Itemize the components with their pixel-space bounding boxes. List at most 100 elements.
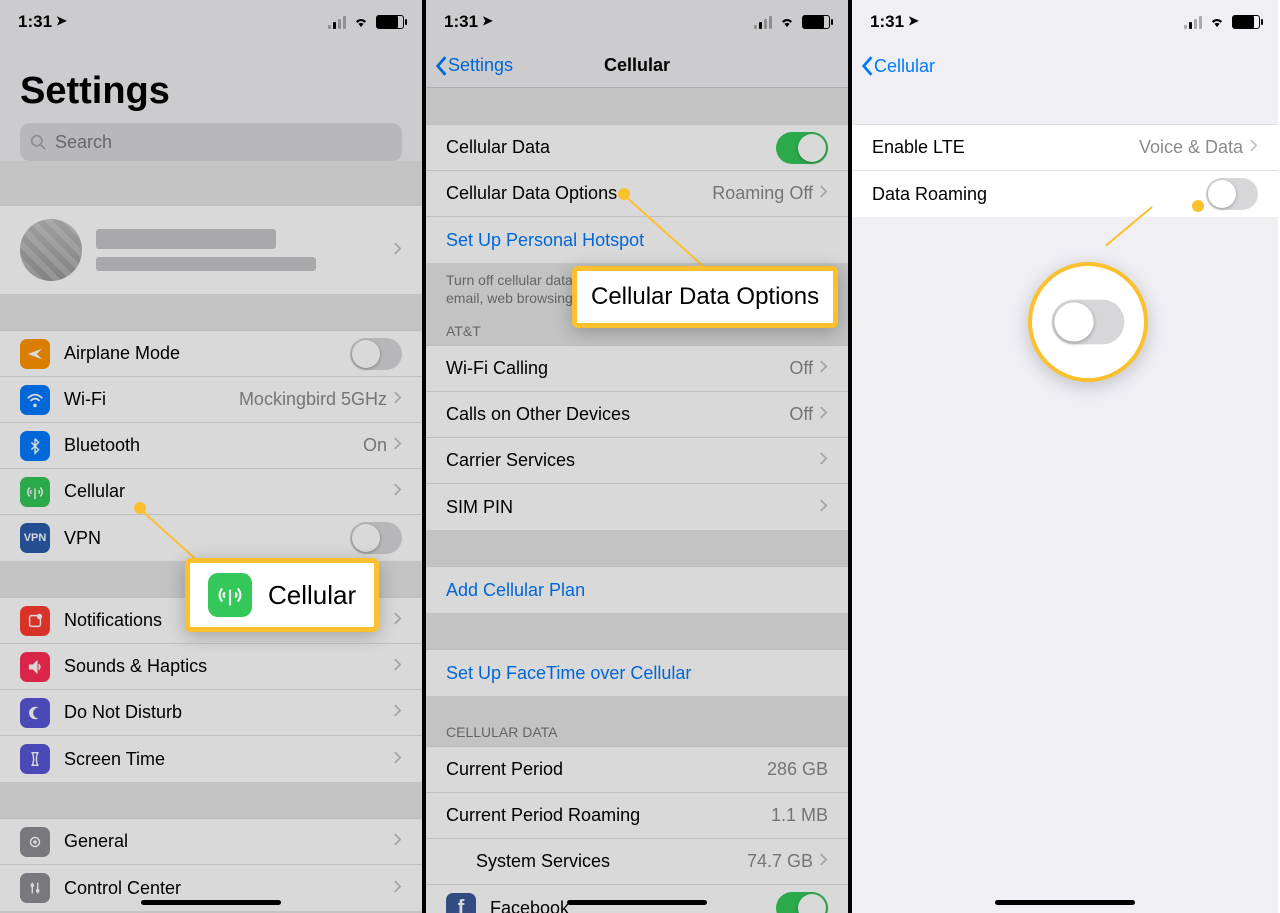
- chevron-right-icon: [819, 404, 828, 425]
- row-cellular-data-options[interactable]: Cellular Data Options Roaming Off: [426, 171, 848, 217]
- row-personal-hotspot[interactable]: Set Up Personal Hotspot: [426, 217, 848, 263]
- wifi-icon: [778, 16, 796, 28]
- toggle-off-zoomed: [1052, 300, 1125, 345]
- row-value: Off: [789, 404, 813, 425]
- row-label: Set Up Personal Hotspot: [446, 230, 828, 251]
- row-carrier-services[interactable]: Carrier Services: [426, 438, 848, 484]
- row-sim-pin[interactable]: SIM PIN: [426, 484, 848, 530]
- callout-label: Cellular Data Options: [591, 283, 819, 311]
- profile-name-blur: [96, 229, 276, 249]
- back-label: Cellular: [874, 56, 935, 77]
- chevron-left-icon: [434, 55, 448, 77]
- callout-cellular-data-options: Cellular Data Options: [572, 266, 838, 328]
- row-value: 1.1 MB: [771, 805, 828, 826]
- chevron-right-icon: [393, 656, 402, 677]
- row-value: Mockingbird 5GHz: [239, 389, 387, 410]
- row-facetime-cellular[interactable]: Set Up FaceTime over Cellular: [426, 650, 848, 696]
- airplane-toggle[interactable]: [350, 338, 402, 370]
- status-bar: 1:31➤: [852, 0, 1278, 44]
- location-icon: ➤: [482, 13, 493, 29]
- row-label: Enable LTE: [872, 137, 1139, 158]
- data-roaming-toggle[interactable]: [1206, 178, 1258, 210]
- row-dnd[interactable]: Do Not Disturb: [0, 690, 422, 736]
- chevron-right-icon: [819, 358, 828, 379]
- row-label: Airplane Mode: [64, 343, 350, 364]
- screen-cellular: 1:31➤ Settings Cellular Cellular Data Ce…: [426, 0, 852, 913]
- row-current-period: Current Period 286 GB: [426, 747, 848, 793]
- row-calls-other-devices[interactable]: Calls on Other Devices Off: [426, 392, 848, 438]
- row-bluetooth[interactable]: Bluetooth On: [0, 423, 422, 469]
- status-bar: 1:31➤: [0, 0, 422, 44]
- row-vpn[interactable]: VPN VPN: [0, 515, 422, 561]
- chevron-right-icon: [819, 497, 828, 518]
- appleid-row[interactable]: [0, 206, 422, 294]
- row-cellular-data[interactable]: Cellular Data: [426, 125, 848, 171]
- row-label: Current Period: [446, 759, 767, 780]
- row-system-services[interactable]: System Services 74.7 GB: [426, 839, 848, 885]
- row-cellular[interactable]: Cellular: [0, 469, 422, 515]
- chevron-right-icon: [819, 183, 828, 204]
- cellular-icon: [20, 477, 50, 507]
- notifications-icon: [20, 606, 50, 636]
- row-label: Wi-Fi Calling: [446, 358, 789, 379]
- search-placeholder: Search: [55, 132, 112, 153]
- row-wifi[interactable]: Wi-Fi Mockingbird 5GHz: [0, 377, 422, 423]
- annotation-dot: [134, 502, 146, 514]
- cellular-data-toggle[interactable]: [776, 132, 828, 164]
- row-label: Current Period Roaming: [446, 805, 771, 826]
- home-indicator[interactable]: [567, 900, 707, 905]
- wifi-icon: [20, 385, 50, 415]
- battery-icon: [376, 15, 404, 29]
- wifi-icon: [1208, 16, 1226, 28]
- search-icon: [30, 134, 47, 151]
- callout-cellular: Cellular: [185, 558, 379, 632]
- row-enable-lte[interactable]: Enable LTE Voice & Data: [852, 125, 1278, 171]
- row-value: 74.7 GB: [747, 851, 813, 872]
- chevron-right-icon: [393, 749, 402, 770]
- row-label: Set Up FaceTime over Cellular: [446, 663, 828, 684]
- row-wifi-calling[interactable]: Wi-Fi Calling Off: [426, 346, 848, 392]
- row-airplane[interactable]: Airplane Mode: [0, 331, 422, 377]
- location-icon: ➤: [908, 13, 919, 29]
- chevron-right-icon: [393, 831, 402, 852]
- row-data-roaming[interactable]: Data Roaming: [852, 171, 1278, 217]
- row-label: Calls on Other Devices: [446, 404, 789, 425]
- signal-icon: [754, 16, 772, 29]
- home-indicator[interactable]: [995, 900, 1135, 905]
- chevron-right-icon: [393, 878, 402, 899]
- gear-icon: [20, 827, 50, 857]
- row-general[interactable]: General: [0, 819, 422, 865]
- row-value: Roaming Off: [712, 183, 813, 204]
- row-label: Add Cellular Plan: [446, 580, 828, 601]
- row-sounds[interactable]: Sounds & Haptics: [0, 644, 422, 690]
- nav-bar: Settings Cellular: [426, 44, 848, 88]
- chevron-right-icon: [393, 702, 402, 723]
- status-time: 1:31: [444, 12, 478, 32]
- wifi-icon: [352, 16, 370, 28]
- search-input[interactable]: Search: [20, 123, 402, 161]
- location-icon: ➤: [56, 13, 67, 29]
- back-button[interactable]: Settings: [434, 55, 513, 77]
- row-screentime[interactable]: Screen Time: [0, 736, 422, 782]
- home-indicator[interactable]: [141, 900, 281, 905]
- row-label: Do Not Disturb: [64, 702, 393, 723]
- vpn-icon: VPN: [20, 523, 50, 553]
- vpn-toggle[interactable]: [350, 522, 402, 554]
- annotation-dot: [1192, 200, 1204, 212]
- chevron-right-icon: [819, 450, 828, 471]
- battery-icon: [1232, 15, 1260, 29]
- row-label: General: [64, 831, 393, 852]
- row-label: SIM PIN: [446, 497, 819, 518]
- signal-icon: [1184, 16, 1202, 29]
- row-value: Off: [789, 358, 813, 379]
- callout-label: Cellular: [268, 580, 356, 611]
- row-add-cellular-plan[interactable]: Add Cellular Plan: [426, 567, 848, 613]
- facebook-toggle[interactable]: [776, 892, 828, 913]
- back-button[interactable]: Cellular: [860, 55, 935, 77]
- callout-toggle-magnifier: [1028, 262, 1148, 382]
- chevron-right-icon: [393, 240, 402, 261]
- profile-sub-blur: [96, 257, 316, 271]
- cellular-icon: [208, 573, 252, 617]
- facebook-icon: f: [446, 893, 476, 913]
- row-label: Cellular Data Options: [446, 183, 712, 204]
